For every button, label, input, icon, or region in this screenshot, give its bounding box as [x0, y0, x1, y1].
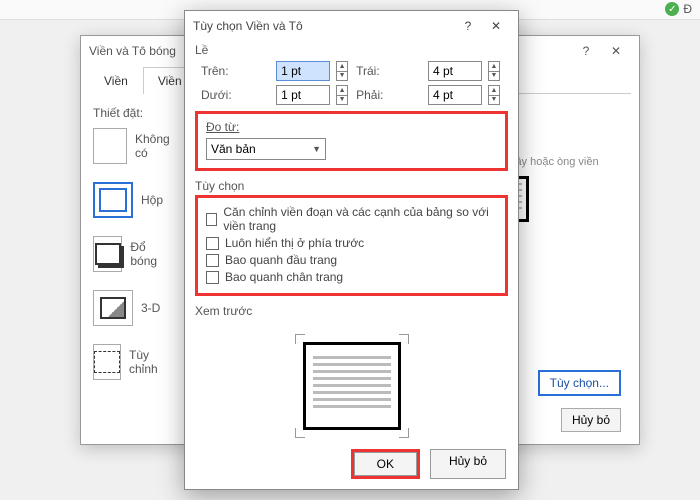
dlg2-title-text: Tùy chọn Viền và Tô: [193, 19, 303, 33]
style-hint-text: jầy hoặc òng viền: [513, 156, 623, 168]
help-button[interactable]: ?: [571, 44, 601, 58]
preset-shadow[interactable]: Đổ bóng: [93, 234, 163, 274]
right-input[interactable]: 4 pt: [428, 85, 482, 105]
options-group: Tùy chọn Căn chỉnh viền đoạn và các cạnh…: [195, 177, 508, 296]
checkbox-icon: [206, 254, 219, 267]
check-surround-footer[interactable]: Bao quanh chân trang: [206, 270, 497, 284]
tuychon-label: Tùy chọn: [195, 177, 508, 195]
preset-3d-icon: [93, 290, 133, 326]
dlg2-titlebar: Tùy chọn Viền và Tô ? ✕: [185, 11, 518, 41]
options-button[interactable]: Tùy chọn...: [538, 370, 621, 396]
bottom-input[interactable]: 1 pt: [276, 85, 330, 105]
check-surround-header[interactable]: Bao quanh đầu trang: [206, 253, 497, 267]
left-label: Trái:: [356, 64, 422, 78]
preset-3d[interactable]: 3-D: [93, 288, 163, 328]
checkbox-list: Căn chỉnh viền đoạn và các cạnh của bảng…: [195, 195, 508, 296]
preset-shadow-label: Đổ bóng: [130, 240, 163, 268]
checkbox-icon: [206, 237, 219, 250]
preset-box-label: Hộp: [141, 193, 163, 207]
cancel-button[interactable]: Hủy bỏ: [430, 449, 506, 479]
preset-none[interactable]: Không có: [93, 126, 163, 166]
preset-custom-label: Tùy chỉnh: [129, 348, 163, 376]
checkbox-icon: [206, 271, 219, 284]
dotu-label: Đo từ:: [206, 120, 239, 134]
border-options-dialog: Tùy chọn Viền và Tô ? ✕ Lề Trên: 1 pt ▲▼…: [184, 10, 519, 490]
preset-box-icon: [93, 182, 133, 218]
status-ok-icon: ✓: [665, 2, 679, 16]
right-label: Phải:: [356, 88, 422, 102]
tab-vien[interactable]: Viền: [89, 67, 143, 94]
preset-none-icon: [93, 128, 127, 164]
left-spinner[interactable]: ▲▼: [488, 61, 500, 81]
top-input[interactable]: 1 pt: [276, 61, 330, 81]
close-button[interactable]: ✕: [482, 19, 510, 33]
top-spinner[interactable]: ▲▼: [336, 61, 348, 81]
right-spinner[interactable]: ▲▼: [488, 85, 500, 105]
measure-from-select[interactable]: Văn bản ▼: [206, 138, 326, 160]
ribbon-right-text: Đ: [683, 2, 692, 16]
preset-custom-icon: [93, 344, 121, 380]
check-align-borders[interactable]: Căn chỉnh viền đoạn và các cạnh của bảng…: [206, 205, 497, 233]
dlg1-title-text: Viền và Tô bóng: [89, 44, 176, 58]
preset-shadow-icon: [93, 236, 122, 272]
xemtruoc-label: Xem trước: [185, 302, 518, 320]
preset-box[interactable]: Hộp: [93, 180, 163, 220]
ok-button[interactable]: OK: [351, 449, 420, 479]
measure-from-group: Đo từ: Văn bản ▼: [195, 111, 508, 171]
close-button[interactable]: ✕: [601, 44, 631, 58]
preset-none-label: Không có: [135, 132, 170, 160]
top-label: Trên:: [201, 64, 270, 78]
preset-3d-label: 3-D: [141, 301, 160, 315]
ribbon-right: ✓ Đ: [665, 2, 692, 16]
left-input[interactable]: 4 pt: [428, 61, 482, 81]
preset-column: Không có Hộp Đổ bóng 3-D Tùy chỉnh: [93, 126, 163, 396]
preview-panel: [297, 336, 407, 436]
le-label: Lề: [185, 41, 518, 59]
preset-custom[interactable]: Tùy chỉnh: [93, 342, 163, 382]
check-always-front[interactable]: Luôn hiển thị ở phía trước: [206, 236, 497, 250]
bottom-spinner[interactable]: ▲▼: [336, 85, 348, 105]
chevron-down-icon: ▼: [312, 144, 321, 154]
margins-grid: Trên: 1 pt ▲▼ Trái: 4 pt ▲▼ Dưới: 1 pt ▲…: [185, 59, 518, 111]
checkbox-icon: [206, 213, 217, 226]
dialog-button-row: OK Hủy bỏ: [351, 449, 506, 479]
bottom-label: Dưới:: [201, 88, 270, 102]
cancel-button-parent[interactable]: Hủy bỏ: [561, 408, 621, 432]
help-button[interactable]: ?: [454, 19, 482, 33]
measure-from-value: Văn bản: [211, 142, 256, 156]
